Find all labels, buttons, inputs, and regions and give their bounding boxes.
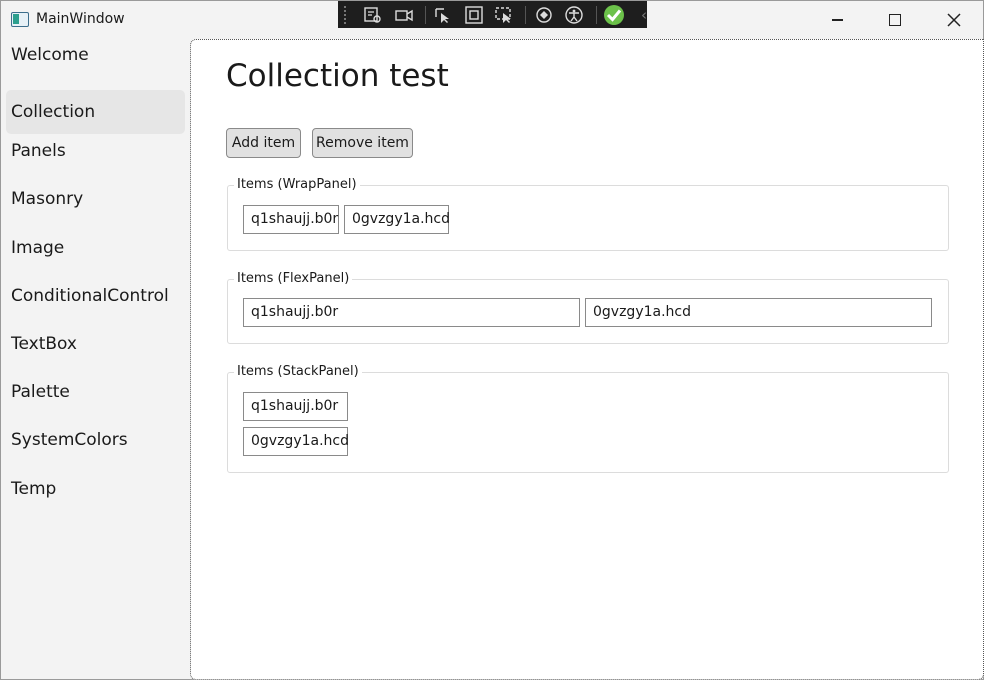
sidebar-item-temp[interactable]: Temp — [6, 467, 185, 511]
list-item[interactable]: 0gvzgy1a.hcd — [344, 205, 450, 234]
pointer-select-icon — [435, 7, 450, 23]
sidebar-item-collection[interactable]: Collection — [6, 90, 185, 134]
sidebar-item-image[interactable]: Image — [6, 226, 185, 270]
group-legend: Items (FlexPanel) — [234, 271, 353, 286]
minimize-icon — [831, 19, 843, 21]
list-item[interactable]: q1shaujj.b0r — [243, 205, 339, 234]
list-item[interactable]: q1shaujj.b0r — [243, 298, 580, 327]
flexpanel-group: Items (FlexPanel) q1shaujj.b0r 0gvzgy1a.… — [227, 271, 949, 344]
toolbar-separator — [525, 5, 527, 24]
chevron-left-icon[interactable]: ‹ — [641, 6, 647, 24]
display-adorners-button[interactable] — [460, 4, 487, 26]
remove-item-button[interactable]: Remove item — [312, 128, 413, 158]
sidebar-item-systemcolors[interactable]: SystemColors — [6, 418, 185, 462]
hot-reload-button[interactable] — [530, 4, 557, 26]
sidebar-item-welcome[interactable]: Welcome — [6, 33, 185, 77]
sidebar-item-textbox[interactable]: TextBox — [6, 322, 185, 366]
display-layout-adorners-icon — [464, 5, 483, 24]
debug-toolbar: ‹ — [338, 1, 647, 28]
check-icon — [603, 4, 624, 25]
sidebar-item-panels[interactable]: Panels — [6, 129, 185, 173]
track-focus-icon — [495, 6, 512, 23]
sidebar: Welcome Collection Panels Masonry Image … — [2, 39, 190, 679]
toolbar-grip[interactable] — [344, 5, 350, 24]
select-element-button[interactable] — [360, 4, 387, 26]
sidebar-item-palette[interactable]: Palette — [6, 370, 185, 414]
accessibility-icon — [565, 5, 583, 24]
toolbar-separator — [424, 5, 426, 24]
minimize-button[interactable] — [809, 1, 865, 39]
record-button[interactable] — [390, 4, 417, 26]
record-icon — [394, 9, 413, 21]
close-button[interactable] — [926, 1, 982, 39]
binding-status-button[interactable] — [600, 4, 627, 26]
group-legend: Items (WrapPanel) — [234, 177, 360, 192]
hot-reload-icon — [536, 6, 552, 23]
content-frame: Collection test Add item Remove item Ite… — [190, 39, 984, 680]
main-window: MainWindow ‹ Welcome Collection Panels M… — [0, 0, 984, 680]
wrappanel-group: Items (WrapPanel) q1shaujj.b0r 0gvzgy1a.… — [227, 177, 949, 251]
stackpanel-group: Items (StackPanel) q1shaujj.b0r 0gvzgy1a… — [227, 364, 949, 473]
list-item[interactable]: q1shaujj.b0r — [243, 392, 348, 421]
maximize-button[interactable] — [867, 1, 923, 39]
window-title: MainWindow — [36, 11, 125, 27]
list-item[interactable]: 0gvzgy1a.hcd — [243, 427, 349, 456]
toolbar-separator — [595, 5, 597, 24]
accessibility-button[interactable] — [561, 4, 588, 26]
select-element-icon — [364, 6, 381, 23]
group-legend: Items (StackPanel) — [234, 364, 362, 379]
pointer-select-button[interactable] — [430, 4, 457, 26]
page-title: Collection test — [226, 58, 449, 94]
track-focus-button[interactable] — [491, 4, 518, 26]
list-item[interactable]: 0gvzgy1a.hcd — [585, 298, 932, 327]
maximize-icon — [889, 14, 901, 26]
add-item-button[interactable]: Add item — [226, 128, 301, 158]
close-icon — [947, 13, 961, 27]
app-icon — [11, 12, 29, 27]
sidebar-item-masonry[interactable]: Masonry — [6, 177, 185, 221]
sidebar-item-conditionalcontrol[interactable]: ConditionalControl — [6, 274, 185, 318]
